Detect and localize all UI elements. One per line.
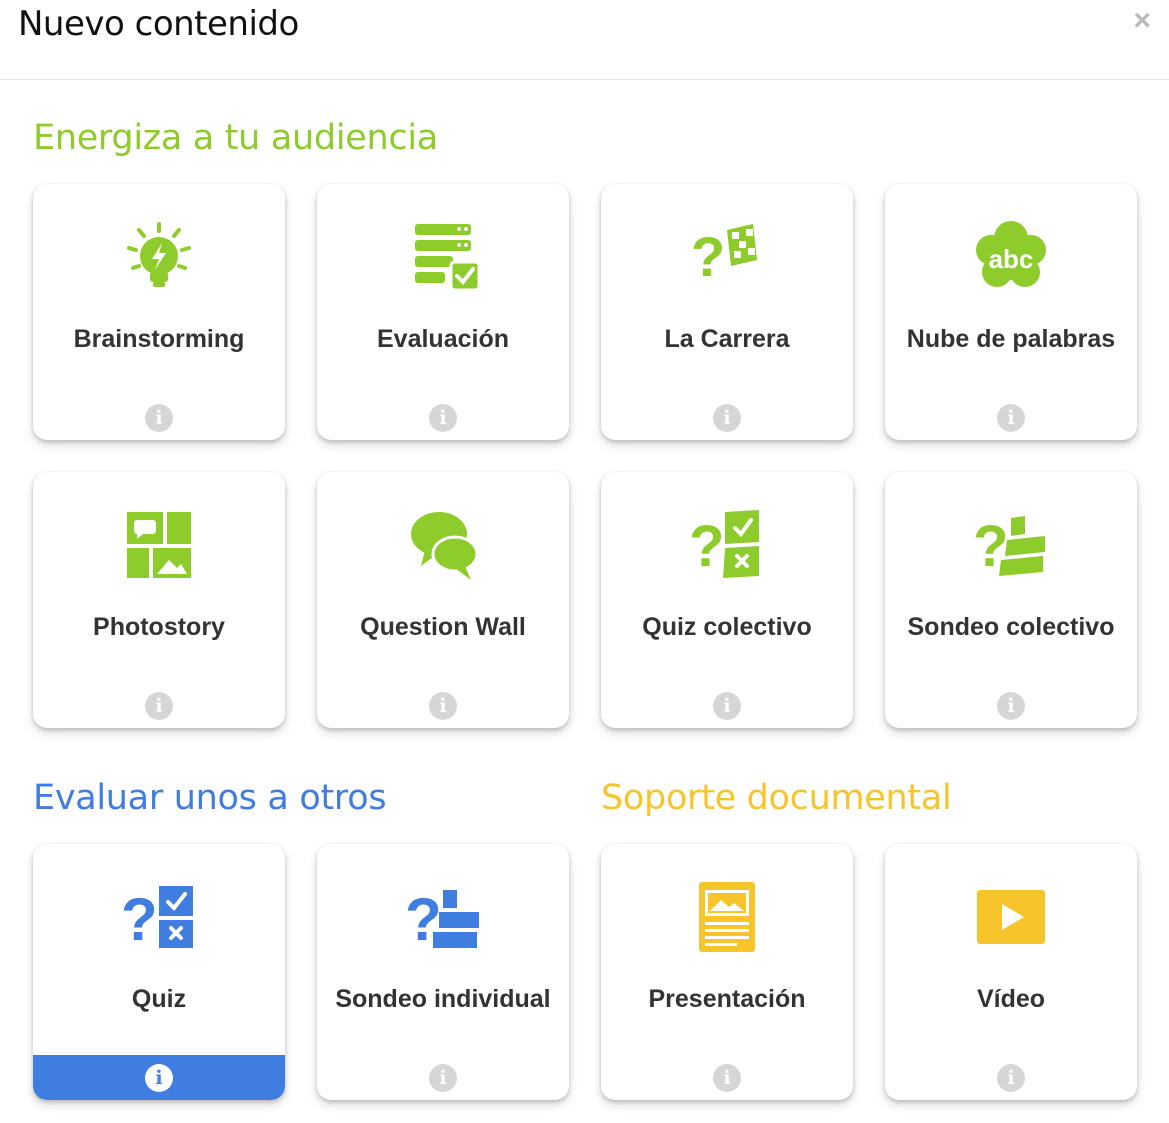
info-bar[interactable]: i	[33, 1055, 285, 1100]
info-icon[interactable]: i	[997, 404, 1025, 432]
close-icon[interactable]: ×	[1133, 6, 1151, 36]
card-sondeo-colectivo[interactable]: ? Sondeo colectivo i	[885, 472, 1137, 728]
card-label: Evaluación	[377, 325, 509, 353]
card-quiz-colectivo[interactable]: ? Quiz colectivo i	[601, 472, 853, 728]
photo-grid-icon	[119, 504, 199, 584]
section-title-energiza: Energiza a tu audiencia	[33, 118, 438, 158]
info-icon[interactable]: i	[713, 692, 741, 720]
info-icon[interactable]: i	[713, 1064, 741, 1092]
info-icon[interactable]: i	[145, 404, 173, 432]
quiz-check-cross-icon: ?	[119, 876, 199, 956]
info-icon[interactable]: i	[997, 1064, 1025, 1092]
info-icon[interactable]: i	[429, 1064, 457, 1092]
card-label: La Carrera	[664, 325, 790, 353]
svg-text:abc: abc	[989, 244, 1034, 274]
card-sondeo-individual[interactable]: ? Sondeo individual i	[317, 844, 569, 1100]
card-label: Sondeo colectivo	[907, 613, 1115, 641]
card-evaluacion[interactable]: Evaluación i	[317, 184, 569, 440]
card-video[interactable]: Vídeo i	[885, 844, 1137, 1100]
card-label: Question Wall	[360, 613, 526, 641]
modal-title: Nuevo contenido	[18, 4, 299, 44]
poll-bars-icon: ?	[403, 876, 483, 956]
card-label: Vídeo	[976, 985, 1046, 1013]
card-brainstorming[interactable]: Brainstorming i	[33, 184, 285, 440]
cloud-abc-icon: abc	[971, 216, 1051, 296]
card-la-carrera[interactable]: ? La Carrera i	[601, 184, 853, 440]
modal-header: Nuevo contenido ×	[0, 0, 1169, 80]
section-title-evaluar: Evaluar unos a otros	[33, 778, 387, 818]
info-icon[interactable]: i	[713, 404, 741, 432]
play-icon	[971, 876, 1051, 956]
info-icon[interactable]: i	[997, 692, 1025, 720]
info-icon[interactable]: i	[429, 404, 457, 432]
svg-text:?: ?	[121, 886, 158, 953]
card-label: Presentación	[648, 985, 806, 1013]
document-icon	[687, 876, 767, 956]
race-flag-question-icon: ?	[687, 216, 767, 296]
svg-text:?: ?	[689, 514, 724, 579]
section-title-soporte: Soporte documental	[601, 778, 952, 818]
info-icon[interactable]: i	[145, 692, 173, 720]
svg-text:?: ?	[691, 225, 725, 288]
quiz-check-cross-icon: ?	[687, 504, 767, 584]
card-presentacion[interactable]: Presentación i	[601, 844, 853, 1100]
card-label: Photostory	[93, 613, 225, 641]
info-icon[interactable]: i	[145, 1064, 173, 1092]
card-label: Quiz colectivo	[642, 613, 812, 641]
poll-bars-icon: ?	[971, 504, 1051, 584]
card-photostory[interactable]: Photostory i	[33, 472, 285, 728]
info-icon[interactable]: i	[429, 692, 457, 720]
card-label: Nube de palabras	[906, 325, 1116, 353]
card-label: Sondeo individual	[335, 985, 551, 1013]
speech-bubbles-icon	[403, 504, 483, 584]
checklist-icon	[403, 216, 483, 296]
card-quiz[interactable]: ? Quiz i	[33, 844, 285, 1100]
lightbulb-icon	[119, 216, 199, 296]
card-question-wall[interactable]: Question Wall i	[317, 472, 569, 728]
card-nube-de-palabras[interactable]: abc Nube de palabras i	[885, 184, 1137, 440]
card-label: Brainstorming	[73, 325, 245, 353]
card-label: Quiz	[131, 985, 187, 1013]
